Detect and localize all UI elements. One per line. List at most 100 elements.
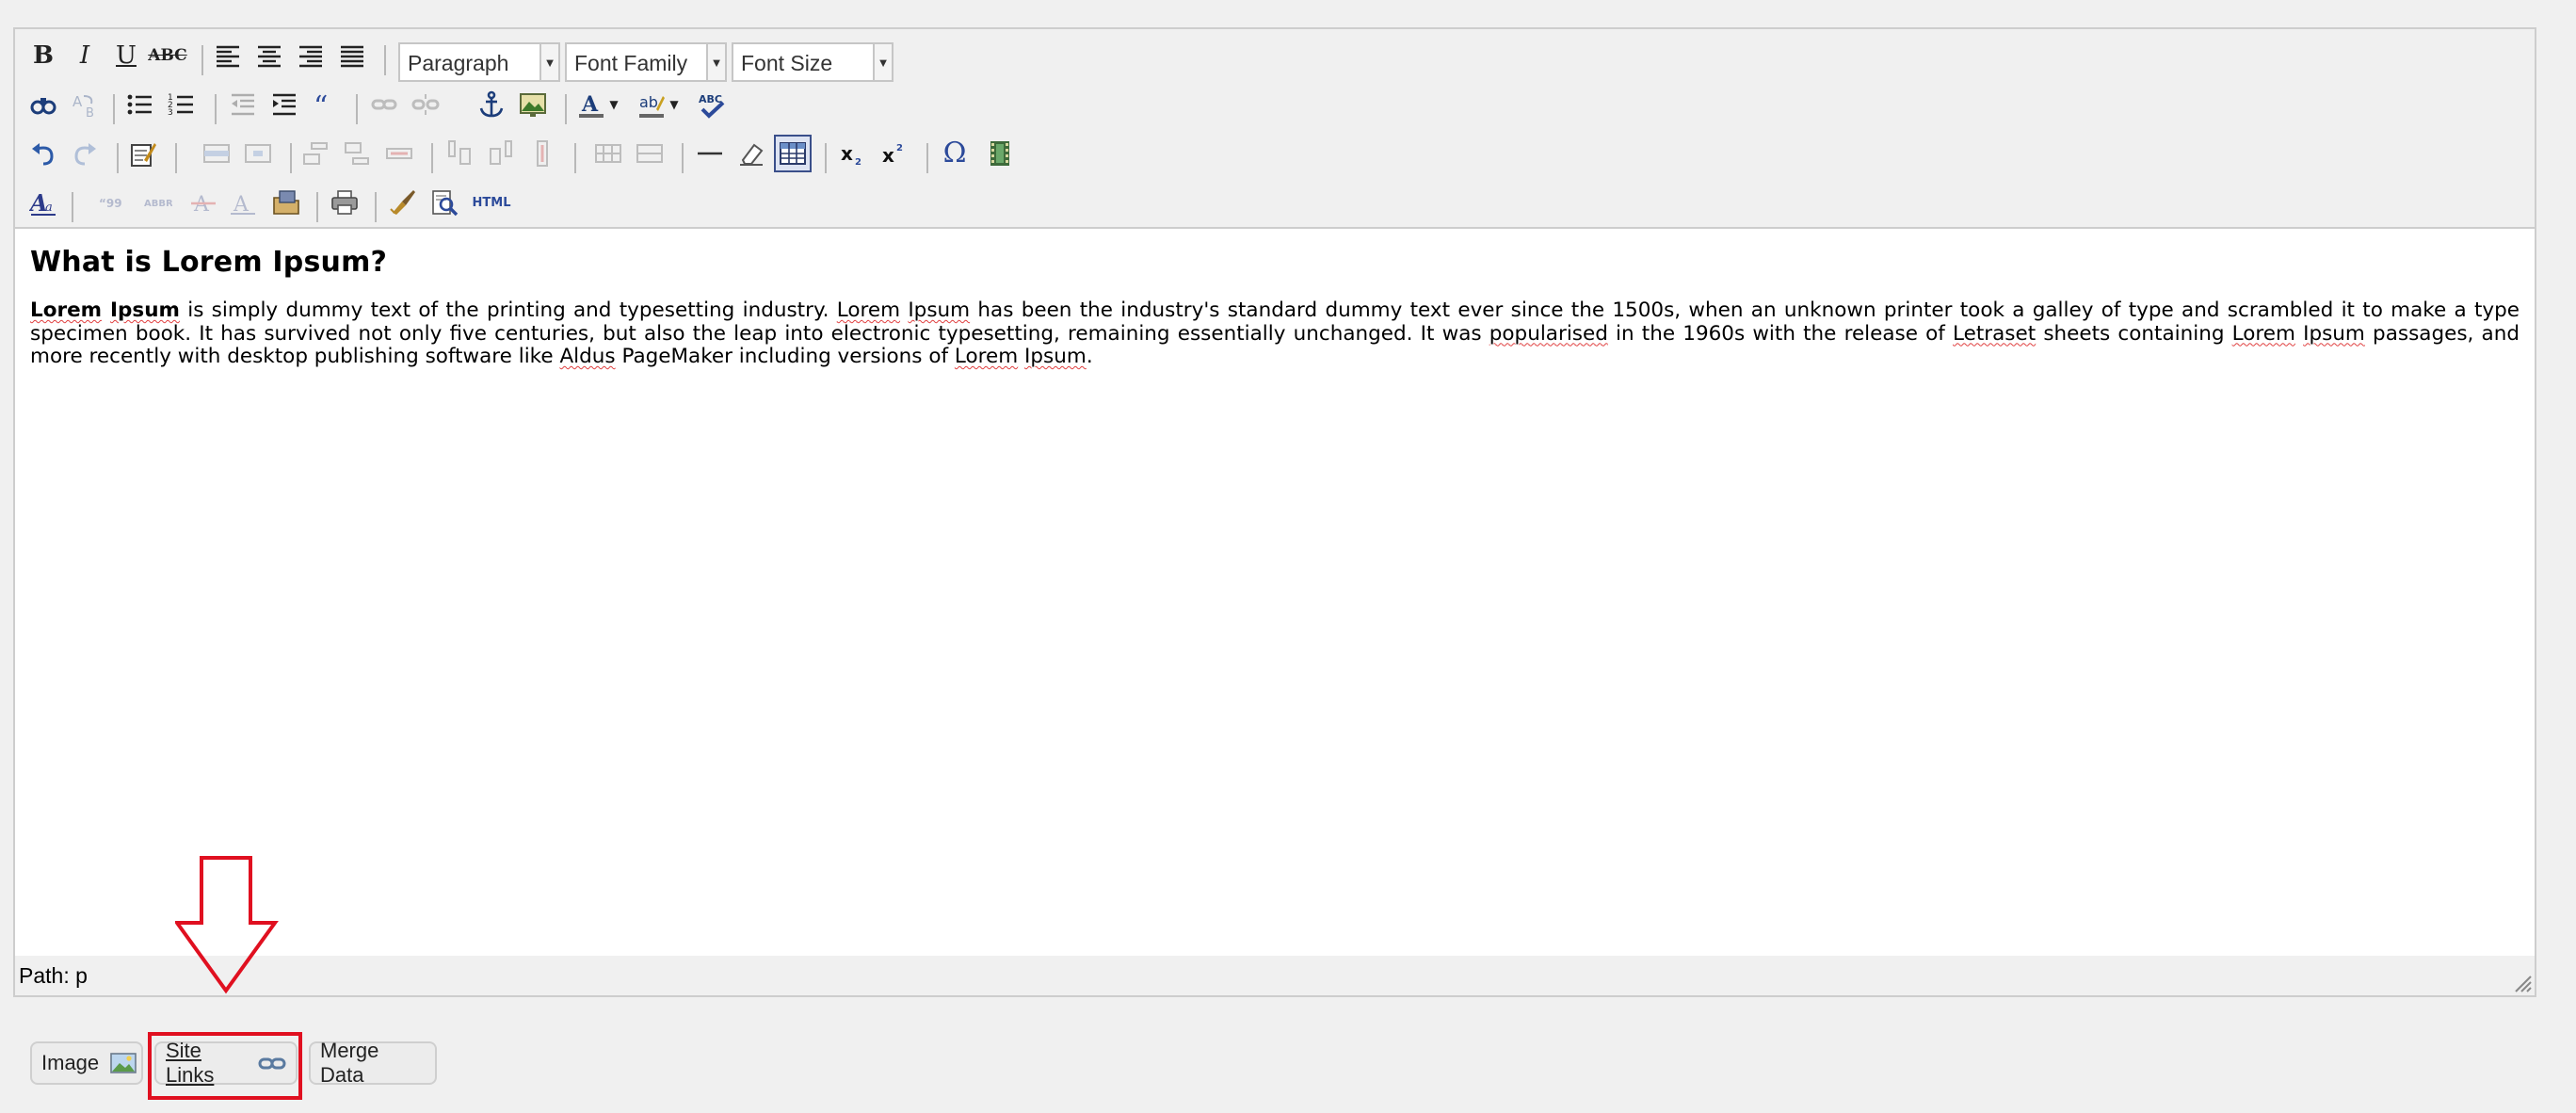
merge-cells-icon[interactable]	[631, 135, 668, 172]
toolbar-separator	[375, 192, 377, 222]
outdent-icon[interactable]	[224, 86, 262, 123]
toolbar-separator	[682, 143, 684, 173]
align-center-icon[interactable]	[250, 37, 288, 74]
strikethrough-icon[interactable]: ABC	[148, 37, 186, 74]
toolbar-separator	[290, 143, 292, 173]
insert-column-before-icon[interactable]	[441, 135, 478, 172]
chevron-down-icon[interactable]: ▼	[604, 86, 623, 123]
path-label: Path:	[19, 963, 70, 988]
file-manager-icon[interactable]	[267, 184, 305, 221]
format-select[interactable]: Paragraph ▼	[398, 42, 560, 82]
merge-data-button-label: Merge Data	[320, 1039, 379, 1087]
text-run: sheets containing	[2036, 321, 2232, 346]
row-properties-icon[interactable]	[198, 135, 235, 172]
italic-icon[interactable]: I	[66, 37, 104, 74]
misspelled-word: Ipsum	[2303, 321, 2365, 346]
chevron-down-icon: ▼	[706, 44, 725, 80]
undo-icon[interactable]	[24, 135, 62, 172]
resize-handle-icon[interactable]	[2512, 973, 2533, 993]
insert-column-after-icon[interactable]	[482, 135, 520, 172]
misspelled-word: Lorem	[954, 345, 1019, 368]
font-size-select[interactable]: Font Size ▼	[732, 42, 894, 82]
annotation-arrow-icon	[175, 856, 279, 994]
toolbar-separator	[574, 143, 576, 173]
eraser-icon[interactable]	[733, 135, 770, 172]
chevron-down-icon: ▼	[539, 44, 558, 80]
html-source-button[interactable]: HTML	[471, 184, 512, 221]
link-icon[interactable]	[365, 86, 403, 123]
chevron-down-icon[interactable]: ▼	[665, 86, 684, 123]
svg-text:B: B	[86, 106, 94, 119]
split-cells-icon[interactable]	[589, 135, 627, 172]
bullet-list-icon[interactable]	[121, 86, 158, 123]
svg-text:A: A	[193, 193, 210, 217]
toolbar-separator	[175, 143, 177, 173]
indent-icon[interactable]	[266, 86, 303, 123]
insert-text-icon[interactable]: A	[224, 184, 262, 221]
toolbar-separator	[113, 94, 115, 124]
paste-word-icon[interactable]	[384, 184, 422, 221]
abbreviation-icon[interactable]: ABBR	[139, 184, 177, 221]
toolbar-separator	[565, 94, 567, 124]
svg-text:3: 3	[168, 108, 173, 118]
preview-icon[interactable]	[426, 184, 463, 221]
delete-row-icon[interactable]	[380, 135, 418, 172]
toolbar-separator	[201, 45, 203, 75]
toolbar-row-1: B I U ABC Paragraph ▼ Font Family ▼ Font…	[15, 37, 2535, 84]
editor-statusbar: Path: p	[15, 956, 2535, 995]
subscript-icon[interactable]: x2	[834, 135, 872, 172]
blockquote-icon[interactable]: “	[307, 86, 345, 123]
chevron-down-icon: ▼	[873, 44, 892, 80]
merge-data-button[interactable]: Merge Data	[309, 1039, 437, 1087]
annotation-highlight-box	[148, 1032, 302, 1100]
find-replace-icon[interactable]: AB	[66, 86, 104, 123]
numbered-list-icon[interactable]: 123	[162, 86, 200, 123]
spellcheck-icon[interactable]: ABC	[693, 86, 731, 123]
toolbar-row-2: AB 123 “ A ▼ ab ▼ ABC	[15, 86, 2535, 133]
delete-text-icon[interactable]: A	[185, 184, 222, 221]
path-value[interactable]: p	[75, 963, 88, 988]
format-select-value: Paragraph	[408, 51, 509, 75]
font-family-select[interactable]: Font Family ▼	[565, 42, 727, 82]
image-button[interactable]: Image	[30, 1041, 143, 1085]
insert-table-icon[interactable]	[774, 135, 812, 172]
text-run: is simply dummy text of the printing and…	[179, 298, 837, 322]
misspelled-word: Aldus	[559, 345, 616, 368]
content-heading: What is Lorem Ipsum?	[30, 246, 388, 279]
print-icon[interactable]	[326, 184, 363, 221]
toolbar-row-4: Aa “99 ABBR A A HTML	[15, 184, 2535, 231]
bold-icon[interactable]: B	[24, 37, 62, 74]
redo-icon[interactable]	[66, 135, 104, 172]
delete-column-icon[interactable]	[523, 135, 561, 172]
align-left-icon[interactable]	[209, 37, 247, 74]
underline-icon[interactable]: U	[107, 37, 145, 74]
font-family-select-value: Font Family	[574, 51, 688, 75]
toolbar-separator	[117, 143, 119, 173]
misspelled-word: Ipsum	[1024, 345, 1087, 368]
editor-content-area[interactable]: What is Lorem Ipsum? Lorem Ipsum is simp…	[15, 227, 2535, 958]
insert-row-after-icon[interactable]	[339, 135, 377, 172]
styles-icon[interactable]: Aa	[24, 184, 62, 221]
insert-image-icon[interactable]	[514, 86, 552, 123]
bold-text: Lorem Ipsum	[30, 298, 180, 322]
align-right-icon[interactable]	[292, 37, 330, 74]
toolbar-separator	[825, 143, 827, 173]
toolbar-row-3: x2 x2 Ω	[15, 135, 2535, 182]
cite-icon[interactable]: “99	[94, 184, 132, 221]
align-justify-icon[interactable]	[333, 37, 371, 74]
horizontal-rule-icon[interactable]	[691, 135, 729, 172]
cleanup-code-icon[interactable]	[124, 135, 162, 172]
rich-text-editor: B I U ABC Paragraph ▼ Font Family ▼ Font…	[13, 27, 2536, 997]
svg-text:ABC: ABC	[699, 93, 722, 105]
superscript-icon[interactable]: x2	[876, 135, 913, 172]
find-icon[interactable]	[24, 86, 62, 123]
special-character-icon[interactable]: Ω	[936, 135, 974, 172]
editor-toolbar: B I U ABC Paragraph ▼ Font Family ▼ Font…	[15, 29, 2535, 227]
unlink-icon[interactable]	[407, 86, 444, 123]
insert-row-before-icon[interactable]	[298, 135, 335, 172]
anchor-icon[interactable]	[473, 86, 510, 123]
insert-media-icon[interactable]	[981, 135, 1019, 172]
cell-properties-icon[interactable]	[239, 135, 277, 172]
toolbar-separator	[215, 94, 217, 124]
content-paragraph: Lorem Ipsum is simply dummy text of the …	[30, 298, 2520, 369]
